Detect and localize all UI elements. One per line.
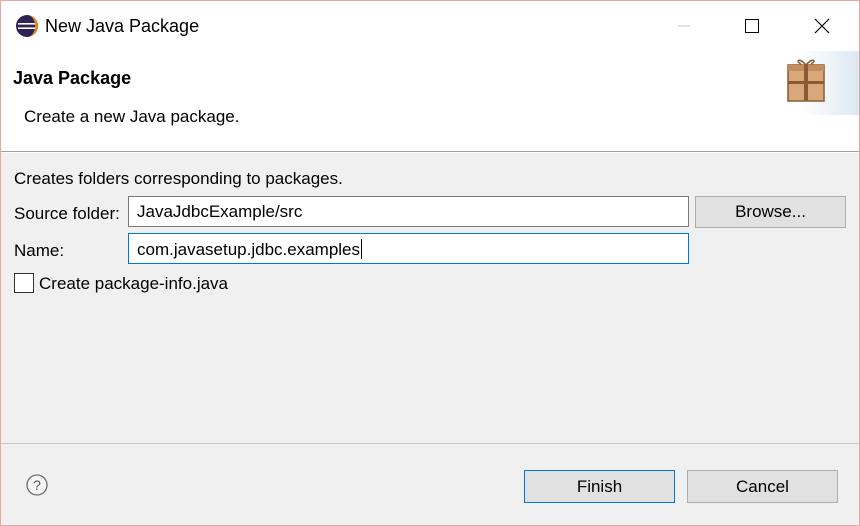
- minimize-button: [649, 1, 719, 51]
- finish-button[interactable]: Finish: [524, 470, 675, 503]
- maximize-button[interactable]: [717, 1, 787, 51]
- new-java-package-dialog: New Java Package Java Package Create a n…: [0, 0, 860, 526]
- wizard-banner: Java Package Create a new Java package.: [1, 51, 859, 152]
- finish-button-label: Finish: [576, 476, 623, 496]
- source-folder-label: Source folder:: [14, 204, 120, 223]
- maximize-icon: [745, 19, 759, 33]
- package-icon: [771, 51, 859, 115]
- close-button[interactable]: [787, 1, 857, 51]
- create-package-info-checkbox[interactable]: [14, 273, 34, 293]
- dialog-footer: ? Finish Cancel: [1, 443, 859, 525]
- source-folder-value: JavaJdbcExample/src: [137, 202, 303, 221]
- cancel-button-label: Cancel: [736, 476, 789, 496]
- close-icon: [814, 18, 830, 34]
- package-name-input[interactable]: com.javasetup.jdbc.examples: [128, 233, 689, 264]
- minimize-icon: [678, 25, 690, 27]
- window-title: New Java Package: [45, 16, 200, 36]
- wizard-content: Creates folders corresponding to package…: [1, 153, 859, 443]
- text-cursor: [361, 239, 363, 259]
- browse-button-label: Browse...: [735, 202, 806, 221]
- create-package-info-label[interactable]: Create package-info.java: [39, 274, 228, 294]
- package-name-value: com.javasetup.jdbc.examples: [137, 240, 361, 259]
- banner-description: Create a new Java package.: [24, 107, 240, 126]
- info-message: Creates folders corresponding to package…: [14, 169, 343, 188]
- title-bar[interactable]: New Java Package: [1, 1, 859, 51]
- svg-text:?: ?: [33, 477, 41, 493]
- browse-button[interactable]: Browse...: [695, 196, 846, 228]
- banner-title: Java Package: [13, 68, 132, 88]
- eclipse-icon: [15, 14, 39, 38]
- name-label: Name:: [14, 241, 65, 260]
- source-folder-input[interactable]: JavaJdbcExample/src: [128, 196, 689, 227]
- cancel-button[interactable]: Cancel: [687, 470, 838, 503]
- help-icon[interactable]: ?: [25, 473, 49, 497]
